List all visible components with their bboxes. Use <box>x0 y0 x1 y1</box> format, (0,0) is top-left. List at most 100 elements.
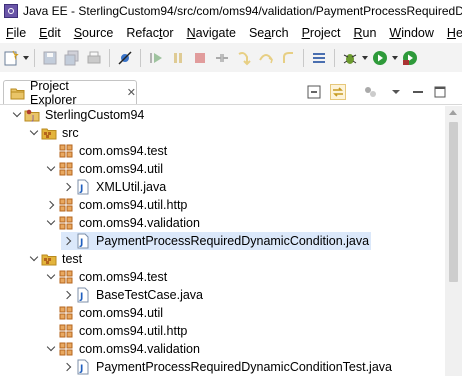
project-explorer-panel: Project Explorer ✕ J SterlingCustom94 src c… <box>0 72 462 376</box>
title-bar: Java EE - SterlingCustom94/src/com/oms94… <box>0 0 462 22</box>
external-tools-icon[interactable] <box>401 49 419 67</box>
chevron-down-icon[interactable] <box>44 268 58 286</box>
chevron-down-icon[interactable] <box>27 250 41 268</box>
tree-item-label: PaymentProcessRequiredDynamicCondition.j… <box>96 234 370 248</box>
tree-item-label: test <box>62 252 83 266</box>
java-file-icon: J <box>75 233 91 249</box>
eclipse-ee-icon <box>4 4 18 18</box>
link-with-editor-icon[interactable] <box>330 84 346 100</box>
tree-item[interactable]: com.oms94.util.http <box>44 196 187 214</box>
focus-on-active-task-icon[interactable] <box>362 84 378 100</box>
run-icon[interactable] <box>371 49 389 67</box>
menu-refactor[interactable]: Refactor <box>120 26 180 40</box>
menu-file[interactable]: File <box>0 26 33 40</box>
project-explorer-icon <box>10 88 25 99</box>
main-toolbar <box>0 43 462 73</box>
menu-project[interactable]: Project <box>296 26 348 40</box>
package-icon <box>58 323 74 339</box>
menu-edit[interactable]: Edit <box>33 26 68 40</box>
tree-item[interactable]: com.oms94.test <box>44 142 167 160</box>
menu-bar: File Edit Source Refactor Navigate Search Proj… <box>0 22 462 43</box>
tree-item[interactable]: com.oms94.test <box>44 268 167 286</box>
svg-text:J: J <box>79 184 83 194</box>
step-return-icon[interactable] <box>279 49 297 67</box>
print-icon[interactable] <box>85 49 103 67</box>
tree-item[interactable]: com.oms94.validation <box>44 214 200 232</box>
step-over-icon[interactable] <box>257 49 275 67</box>
tree-item[interactable]: src <box>27 124 79 142</box>
collapse-all-icon[interactable] <box>306 84 322 100</box>
new-wizard-icon[interactable] <box>2 49 20 67</box>
package-icon <box>58 305 74 321</box>
terminate-icon[interactable] <box>191 49 209 67</box>
tree-item[interactable]: test <box>27 250 82 268</box>
package-icon <box>58 269 74 285</box>
menu-run[interactable]: Run <box>347 26 383 40</box>
new-dropdown-icon[interactable] <box>22 49 30 67</box>
toolbar-separator <box>140 48 141 67</box>
menu-mnemonic: E <box>39 25 48 40</box>
disconnect-icon[interactable] <box>213 49 231 67</box>
menu-mnemonic: W <box>389 25 402 40</box>
chevron-down-icon[interactable] <box>10 106 24 124</box>
vertical-scrollbar[interactable] <box>445 106 462 376</box>
tree-item[interactable]: com.oms94.util <box>44 304 163 322</box>
step-into-icon[interactable] <box>235 49 253 67</box>
tree-item[interactable]: J SterlingCustom94 <box>10 106 144 124</box>
tree-item[interactable]: com.oms94.validation <box>44 340 200 358</box>
tree-item[interactable]: com.oms94.util <box>44 160 163 178</box>
toolbar-separator <box>109 48 110 67</box>
menu-navigate[interactable]: Navigate <box>181 26 243 40</box>
project-icon: J <box>24 107 40 123</box>
menu-label-part: elp <box>455 25 462 40</box>
resume-icon[interactable] <box>147 49 165 67</box>
menu-label-part: roject <box>309 25 341 40</box>
chevron-right-icon[interactable] <box>44 196 58 214</box>
menu-search[interactable]: Search <box>243 26 296 40</box>
open-task-icon[interactable] <box>310 49 328 67</box>
maximize-icon[interactable] <box>432 84 448 100</box>
chevron-down-icon[interactable] <box>44 214 58 232</box>
toolbar-separator <box>303 48 304 67</box>
tree-item[interactable]: J BaseTestCase.java <box>61 286 203 304</box>
chevron-right-icon[interactable] <box>61 358 75 376</box>
menu-window[interactable]: Window <box>383 26 440 40</box>
tree-item-label: com.oms94.util <box>79 306 164 320</box>
chevron-right-icon[interactable] <box>61 232 75 250</box>
close-icon[interactable]: ✕ <box>127 86 136 99</box>
chevron-down-icon[interactable] <box>27 124 41 142</box>
scroll-up-icon[interactable] <box>449 110 457 115</box>
tree-item[interactable]: com.oms94.util.http <box>44 322 187 340</box>
menu-label-part: ile <box>13 25 27 40</box>
scrollbar-thumb[interactable] <box>449 122 458 282</box>
package-icon <box>58 215 74 231</box>
run-dropdown-icon[interactable] <box>391 49 399 67</box>
tree-item[interactable]: J PaymentProcessRequiredDynamicConditionT… <box>61 358 392 376</box>
suspend-icon[interactable] <box>169 49 187 67</box>
java-file-icon: J <box>75 287 91 303</box>
chevron-right-icon[interactable] <box>61 286 75 304</box>
chevron-down-icon[interactable] <box>44 160 58 178</box>
chevron-right-icon[interactable] <box>61 178 75 196</box>
tree-item[interactable]: J XMLUtil.java <box>61 178 166 196</box>
menu-help[interactable]: Help <box>441 26 462 40</box>
minimize-icon[interactable] <box>410 84 426 100</box>
menu-source[interactable]: Source <box>68 26 121 40</box>
svg-text:J: J <box>79 292 83 302</box>
debug-dropdown-icon[interactable] <box>361 49 369 67</box>
tree-item-selected[interactable]: J PaymentProcessRequiredDynamicCondition.… <box>61 232 372 250</box>
tab-project-explorer[interactable]: Project Explorer ✕ <box>3 79 137 107</box>
save-all-icon[interactable] <box>63 49 81 67</box>
tree-item-label: src <box>62 126 79 140</box>
tree-item-label: SterlingCustom94 <box>45 108 145 122</box>
menu-mnemonic: S <box>73 25 83 40</box>
chevron-down-icon[interactable] <box>44 340 58 358</box>
save-icon[interactable] <box>41 49 59 67</box>
menu-label-part: rch <box>271 25 289 40</box>
debug-icon[interactable] <box>341 49 359 67</box>
view-menu-icon[interactable] <box>388 84 404 100</box>
skip-breakpoints-icon[interactable] <box>116 49 134 67</box>
svg-text:J: J <box>31 114 34 122</box>
